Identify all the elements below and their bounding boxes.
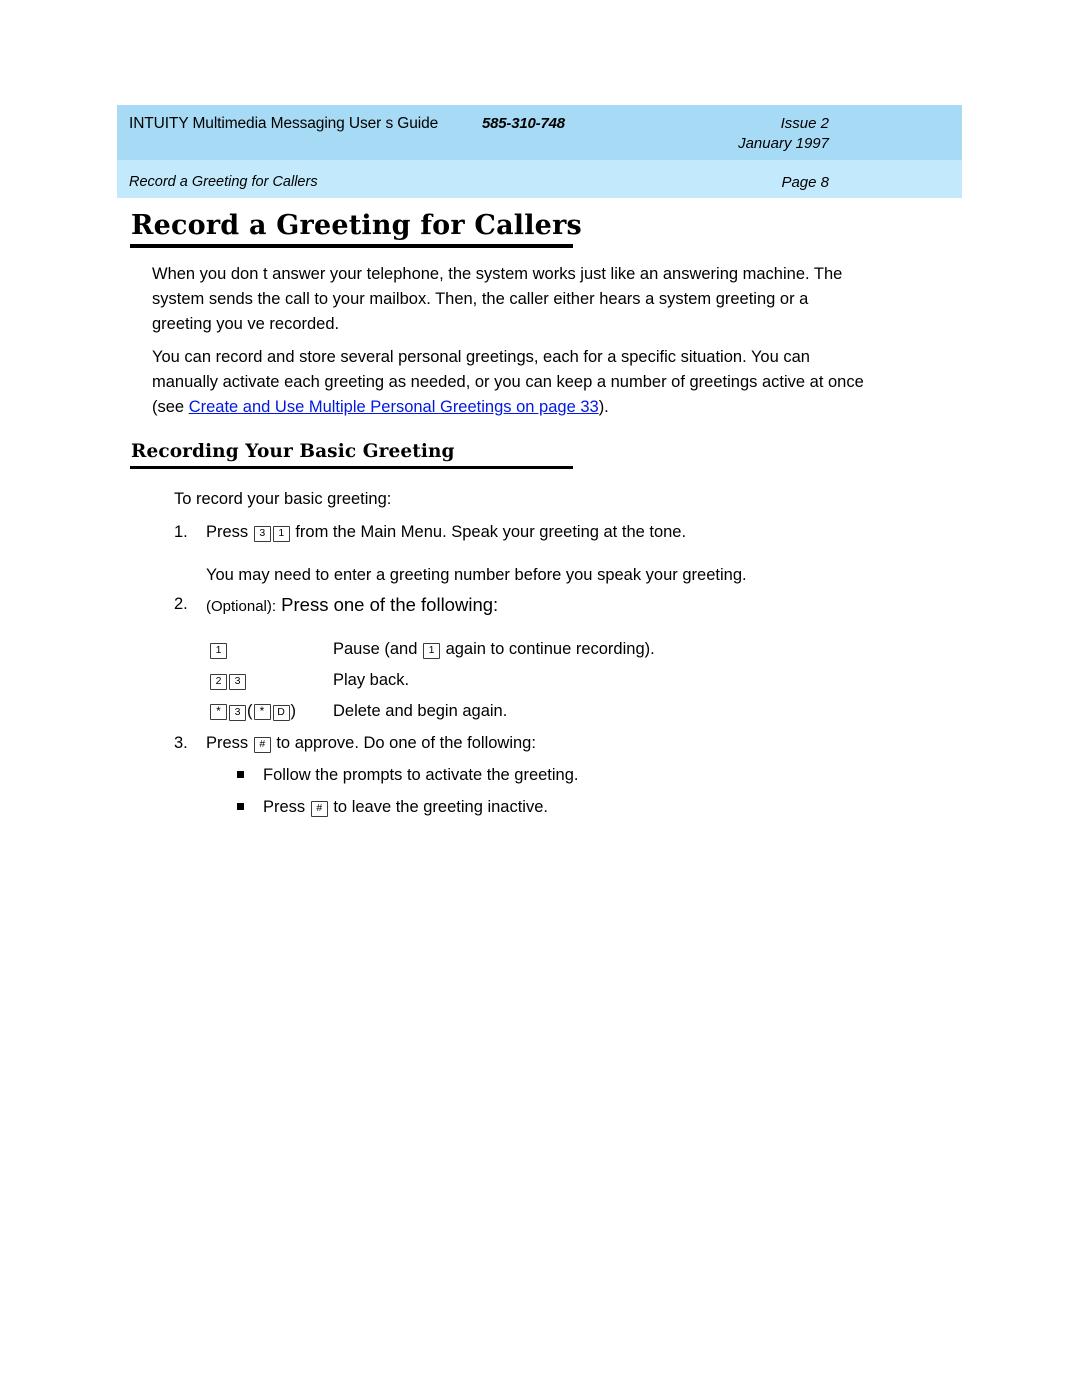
keypad-key-pound-icon: # [253, 737, 271, 753]
header-section-name: Record a Greeting for Callers [129, 174, 318, 190]
header-issue: Issue 2 [780, 115, 829, 132]
keypad-key-3-icon: 3 [229, 705, 246, 721]
header-guide-title: INTUITY Multimedia Messaging User s Guid… [129, 115, 439, 132]
subheading-rule [130, 466, 573, 469]
keypad-key-2-icon: 2 [210, 674, 227, 690]
step-2-body: (Optional): Press one of the following: [206, 592, 498, 619]
header-page-label: Page 8 [781, 174, 829, 191]
keypad-key-3-icon: 3 [229, 674, 246, 690]
cross-reference-link[interactable]: Create and Use Multiple Personal Greetin… [189, 398, 599, 416]
bullet-2-text-before: Press [263, 798, 310, 816]
step-3-number: 3. [174, 734, 188, 752]
intro-paragraph-2: You can record and store several persona… [152, 345, 868, 420]
step-2-text: Press one of the following: [276, 594, 499, 615]
option-row-delete-description: Delete and begin again. [333, 702, 508, 720]
header-band-top: INTUITY Multimedia Messaging User s Guid… [117, 105, 962, 160]
step-1-text-after: from the Main Menu. Speak your greeting … [290, 523, 687, 541]
document-page: INTUITY Multimedia Messaging User s Guid… [0, 0, 1080, 1397]
step-1-note: You may need to enter a greeting number … [206, 566, 747, 584]
page-title-rule [130, 244, 573, 248]
option-row-pause-description: Pause (and 1 again to continue recording… [333, 637, 655, 662]
option-row-pause-text-after: again to continue recording). [440, 640, 655, 658]
step-3-body: Press # to approve. Do one of the follow… [206, 731, 536, 756]
intro-paragraph-1: When you don t answer your telephone, th… [152, 265, 843, 333]
keypad-key-1-icon: 1 [210, 643, 227, 659]
header-document-number: 585-310-748 [482, 115, 565, 132]
keypad-key-pound-icon: # [310, 801, 328, 817]
option-row-delete-keys: * 3(* D) [209, 699, 296, 724]
step-1-number: 1. [174, 523, 188, 541]
keypad-key-3-icon: 3 [253, 526, 271, 542]
header-band-bottom: Record a Greeting for Callers Page 8 [117, 160, 962, 198]
keypad-key-1-inline-icon: 1 [422, 643, 440, 659]
keypad-key-star-icon: * [210, 704, 227, 720]
bullet-1-text: Follow the prompts to activate the greet… [263, 766, 579, 784]
option-row-playback-description: Play back. [333, 671, 410, 689]
square-bullet-icon [237, 771, 244, 778]
square-bullet-icon [237, 803, 244, 810]
keypad-key-1-icon: 1 [272, 526, 290, 542]
intro-paragraph-2-after-link: ). [598, 398, 609, 416]
lead-in-text: To record your basic greeting: [174, 490, 392, 508]
page-title: Record a Greeting for Callers [131, 210, 582, 241]
option-row-delete-alt-open: ( [247, 702, 253, 720]
bullet-2-text: Press # to leave the greeting inactive. [263, 795, 548, 820]
option-row-delete-alt-close: ) [290, 702, 297, 720]
step-1-body: Press 31 from the Main Menu. Speak your … [206, 520, 686, 545]
option-row-pause-keys: 1 [209, 637, 228, 662]
keypad-key-star-alt-icon: * [253, 704, 271, 720]
step-3-text-before: Press [206, 734, 253, 752]
step-1-text-before: Press [206, 523, 253, 541]
header-date: January 1997 [738, 135, 829, 152]
keypad-key-d-icon: D [272, 705, 290, 721]
step-2-number: 2. [174, 595, 188, 613]
option-row-playback-keys: 23 [209, 668, 247, 693]
bullet-2-text-after: to leave the greeting inactive. [328, 798, 548, 816]
option-row-pause-text-before: Pause (and [333, 640, 422, 658]
step-2-optional-label: (Optional): [206, 598, 277, 615]
subheading: Recording Your Basic Greeting [131, 441, 455, 462]
step-3-text-after: to approve. Do one of the following: [271, 734, 536, 752]
